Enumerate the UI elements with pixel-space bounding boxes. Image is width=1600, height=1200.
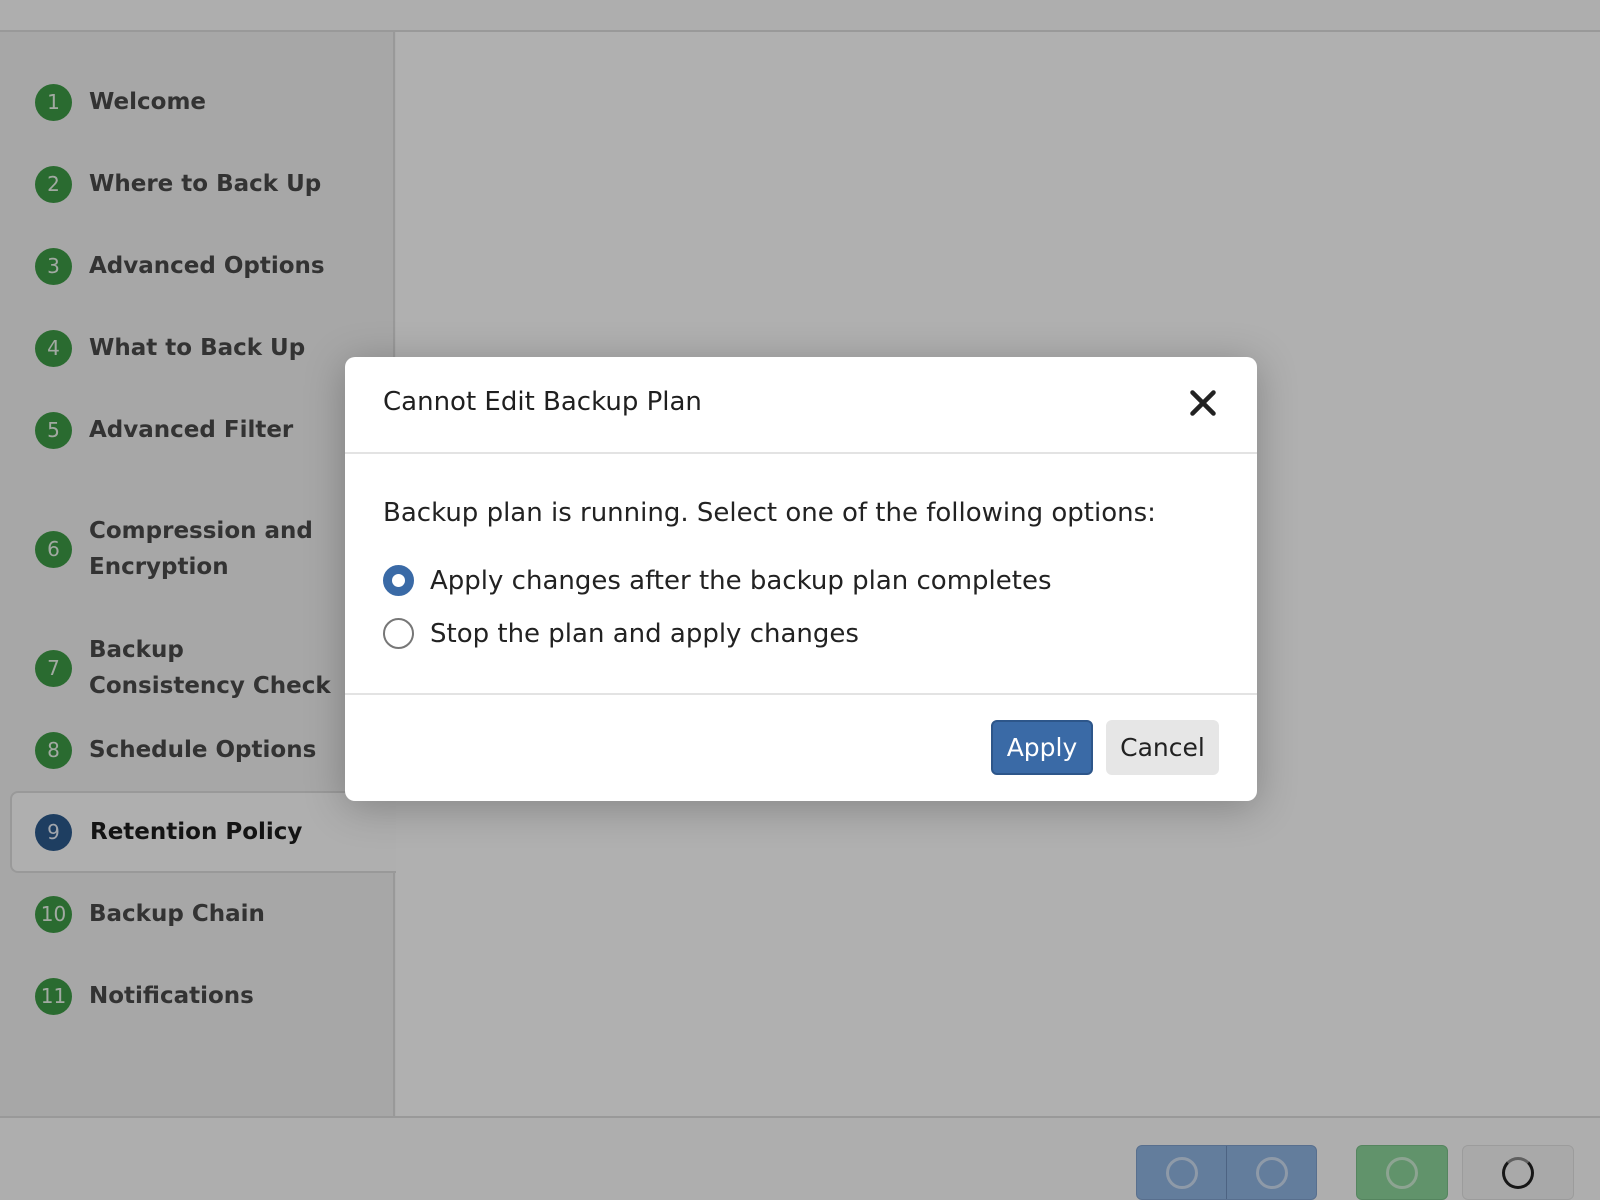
option-label: Apply changes after the backup plan comp…	[430, 565, 1052, 596]
dialog-header: Cannot Edit Backup Plan	[345, 357, 1257, 454]
option-apply-after-completion[interactable]: Apply changes after the backup plan comp…	[383, 565, 1052, 596]
cannot-edit-dialog: Cannot Edit Backup Plan Backup plan is r…	[345, 357, 1257, 801]
apply-button[interactable]: Apply	[991, 720, 1093, 775]
dialog-prompt: Backup plan is running. Select one of th…	[383, 498, 1156, 528]
close-icon	[1190, 390, 1216, 416]
close-button[interactable]	[1185, 385, 1221, 421]
dialog-body: Backup plan is running. Select one of th…	[345, 454, 1257, 695]
dialog-title: Cannot Edit Backup Plan	[383, 387, 702, 417]
cancel-button[interactable]: Cancel	[1106, 720, 1219, 775]
option-label: Stop the plan and apply changes	[430, 618, 859, 649]
dialog-footer: Apply Cancel	[345, 695, 1257, 799]
radio-button[interactable]	[383, 618, 414, 649]
radio-button-selected[interactable]	[383, 565, 414, 596]
option-stop-and-apply[interactable]: Stop the plan and apply changes	[383, 618, 859, 649]
